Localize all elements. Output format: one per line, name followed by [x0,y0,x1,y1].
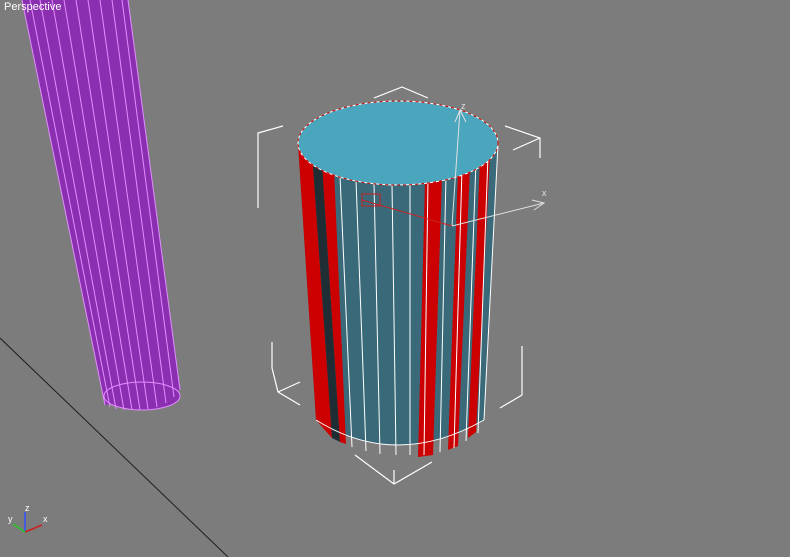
tripod-x-label: x [43,514,48,524]
gizmo-z-label: z [461,101,466,111]
perspective-viewport[interactable]: Perspective z x z x y [0,0,790,557]
tripod-y-label: y [8,514,13,524]
purple-cylinder[interactable] [21,0,181,411]
gizmo-x-label: x [542,188,547,198]
selected-cylinder[interactable] [297,100,499,457]
tripod-z-label: z [25,503,30,513]
viewport-label[interactable]: Perspective [4,1,61,13]
scene-canvas[interactable]: z x z x y [0,0,790,557]
axis-tripod-icon: z x y [8,503,48,533]
